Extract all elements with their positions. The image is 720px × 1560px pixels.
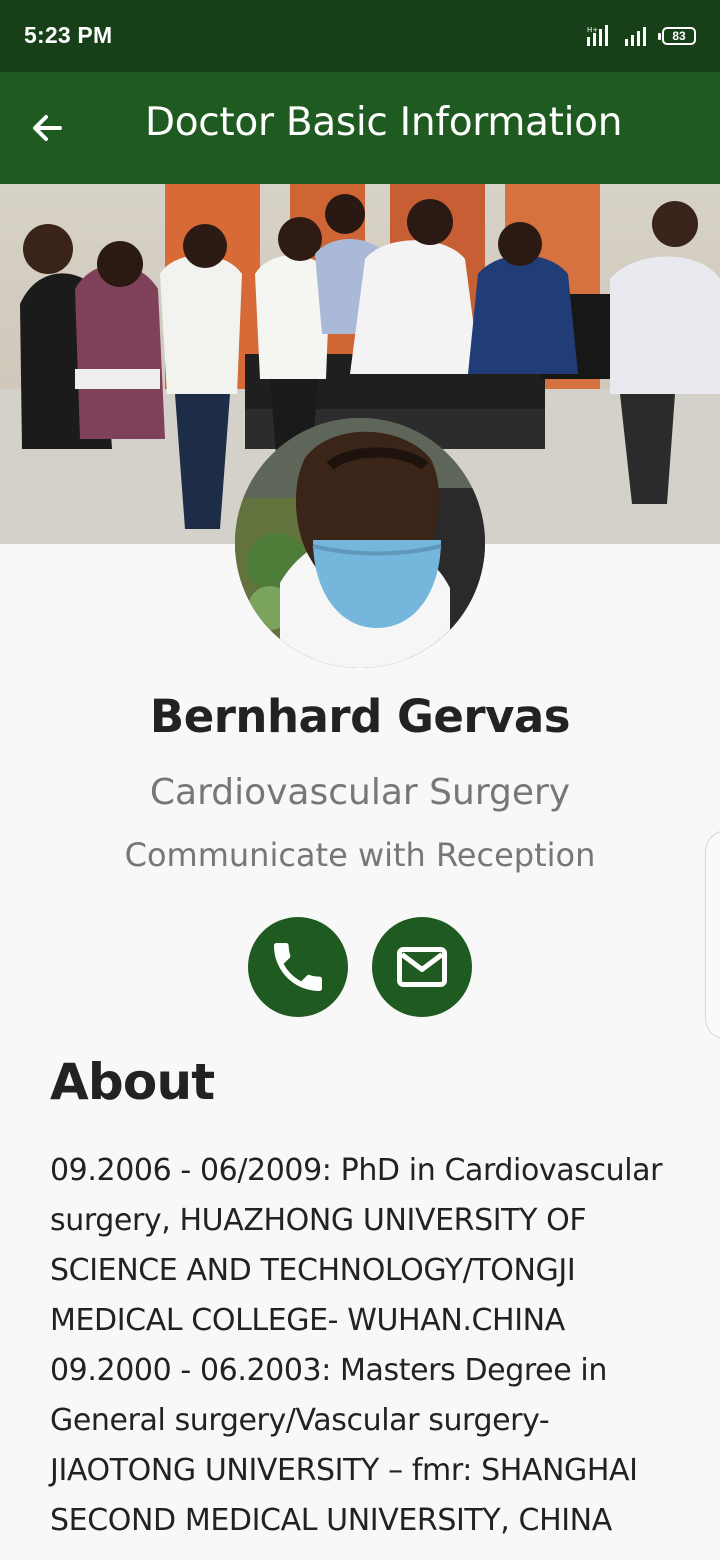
- specialty-text: Cardiovascular Surgery: [149, 772, 571, 813]
- about-text: 09.2006 - 06/2009: PhD in Cardiovascular…: [50, 1153, 663, 1538]
- email-button[interactable]: [372, 917, 472, 1017]
- back-button[interactable]: [24, 104, 72, 152]
- status-icons: H+ 83: [586, 22, 696, 50]
- edge-handle[interactable]: [705, 830, 720, 1040]
- reception-note: Communicate with Reception: [124, 836, 596, 874]
- phone-icon: [274, 943, 322, 991]
- arrow-back-icon: [33, 115, 62, 141]
- signal-icon: H+: [587, 25, 608, 46]
- svg-text:H+: H+: [587, 26, 598, 34]
- avatar: [235, 418, 485, 668]
- mail-icon: [397, 947, 447, 987]
- page-title: Doctor Basic Information: [145, 100, 623, 145]
- status-bar: 5:23 PM H+ 83: [0, 0, 720, 72]
- call-button[interactable]: [248, 917, 348, 1017]
- app-bar: Doctor Basic Information: [0, 72, 720, 184]
- status-time: 5:23 PM: [24, 22, 113, 48]
- about-heading: About: [50, 1053, 215, 1111]
- battery-icon: 83: [658, 27, 696, 45]
- signal-icon: [625, 27, 646, 46]
- doctor-name: Bernhard Gervas: [149, 690, 571, 743]
